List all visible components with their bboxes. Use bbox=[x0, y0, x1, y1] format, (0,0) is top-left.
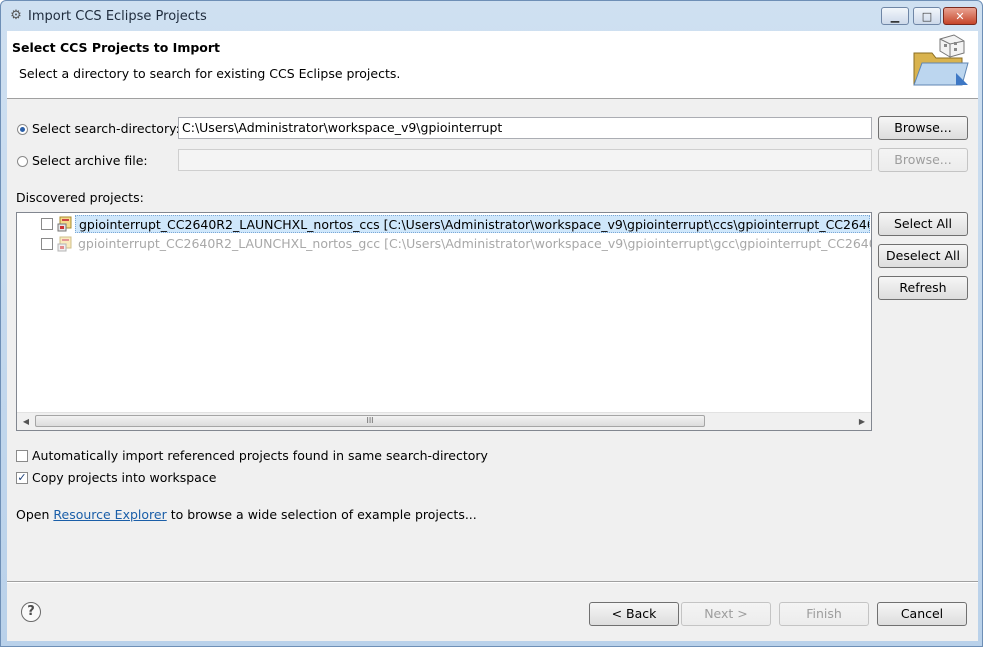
help-icon[interactable]: ? bbox=[21, 602, 41, 622]
scroll-thumb[interactable]: III bbox=[35, 415, 705, 427]
resource-explorer-suffix: to browse a wide selection of example pr… bbox=[166, 507, 477, 522]
next-button[interactable]: Next > bbox=[681, 602, 771, 626]
import-folder-icon bbox=[913, 34, 969, 86]
project-checkbox[interactable] bbox=[41, 238, 53, 250]
page-description: Select a directory to search for existin… bbox=[19, 66, 401, 81]
refresh-button[interactable]: Refresh bbox=[878, 276, 968, 300]
page-title: Select CCS Projects to Import bbox=[12, 40, 221, 55]
deselect-all-button[interactable]: Deselect All bbox=[878, 244, 968, 268]
back-button[interactable]: < Back bbox=[589, 602, 679, 626]
finish-button[interactable]: Finish bbox=[779, 602, 869, 626]
close-button[interactable]: ✕ bbox=[943, 7, 977, 25]
resource-explorer-link[interactable]: Resource Explorer bbox=[53, 507, 166, 522]
wizard-banner: Select CCS Projects to Import Select a d… bbox=[7, 31, 978, 99]
ccs-project-icon bbox=[57, 216, 72, 232]
search-directory-label: Select search-directory: bbox=[32, 121, 180, 136]
project-name: gpiointerrupt_CC2640R2_LAUNCHXL_nortos_g… bbox=[78, 236, 872, 251]
search-directory-radio[interactable] bbox=[17, 124, 28, 135]
auto-import-label: Automatically import referenced projects… bbox=[32, 448, 488, 463]
project-list[interactable]: gpiointerrupt_CC2640R2_LAUNCHXL_nortos_c… bbox=[16, 212, 872, 431]
archive-file-input[interactable] bbox=[178, 149, 872, 171]
dialog-window: ⚙ Import CCS Eclipse Projects ▁ □ ✕ Sele… bbox=[0, 0, 983, 647]
browse-directory-button[interactable]: Browse... bbox=[878, 116, 968, 140]
archive-file-label: Select archive file: bbox=[32, 153, 148, 168]
close-icon: ✕ bbox=[955, 9, 965, 23]
maximize-button[interactable]: □ bbox=[913, 7, 941, 25]
footer-separator bbox=[7, 581, 978, 583]
project-checkbox[interactable] bbox=[41, 218, 53, 230]
maximize-icon: □ bbox=[921, 9, 933, 23]
select-all-button[interactable]: Select All bbox=[878, 212, 968, 236]
minimize-icon: ▁ bbox=[890, 9, 900, 23]
scroll-right-icon[interactable]: ▶ bbox=[854, 413, 870, 430]
scroll-grip: III bbox=[366, 416, 374, 425]
copy-projects-label: Copy projects into workspace bbox=[32, 470, 217, 485]
cancel-button[interactable]: Cancel bbox=[877, 602, 967, 626]
ccs-project-icon bbox=[57, 236, 72, 252]
archive-file-radio[interactable] bbox=[17, 156, 28, 167]
auto-import-checkbox[interactable] bbox=[16, 450, 28, 462]
search-directory-input[interactable]: C:\Users\Administrator\workspace_v9\gpio… bbox=[178, 117, 872, 139]
copy-projects-checkbox[interactable]: ✓ bbox=[16, 472, 28, 484]
resource-explorer-text: Open Resource Explorer to browse a wide … bbox=[16, 507, 477, 522]
minimize-button[interactable]: ▁ bbox=[881, 7, 909, 25]
project-name: gpiointerrupt_CC2640R2_LAUNCHXL_nortos_c… bbox=[75, 215, 870, 233]
discovered-projects-label: Discovered projects: bbox=[16, 190, 144, 205]
title-bar[interactable]: ⚙ Import CCS Eclipse Projects ▁ □ ✕ bbox=[1, 1, 982, 31]
horizontal-scrollbar[interactable]: ◀ III ▶ bbox=[17, 412, 871, 430]
project-row[interactable]: gpiointerrupt_CC2640R2_LAUNCHXL_nortos_g… bbox=[17, 235, 872, 253]
browse-archive-button[interactable]: Browse... bbox=[878, 148, 968, 172]
resource-explorer-prefix: Open bbox=[16, 507, 54, 522]
window-title: Import CCS Eclipse Projects bbox=[28, 9, 207, 24]
dialog-content: Select CCS Projects to Import Select a d… bbox=[7, 31, 978, 641]
scroll-left-icon[interactable]: ◀ bbox=[18, 413, 34, 430]
app-icon: ⚙ bbox=[10, 8, 22, 23]
project-row[interactable]: gpiointerrupt_CC2640R2_LAUNCHXL_nortos_c… bbox=[17, 215, 870, 233]
